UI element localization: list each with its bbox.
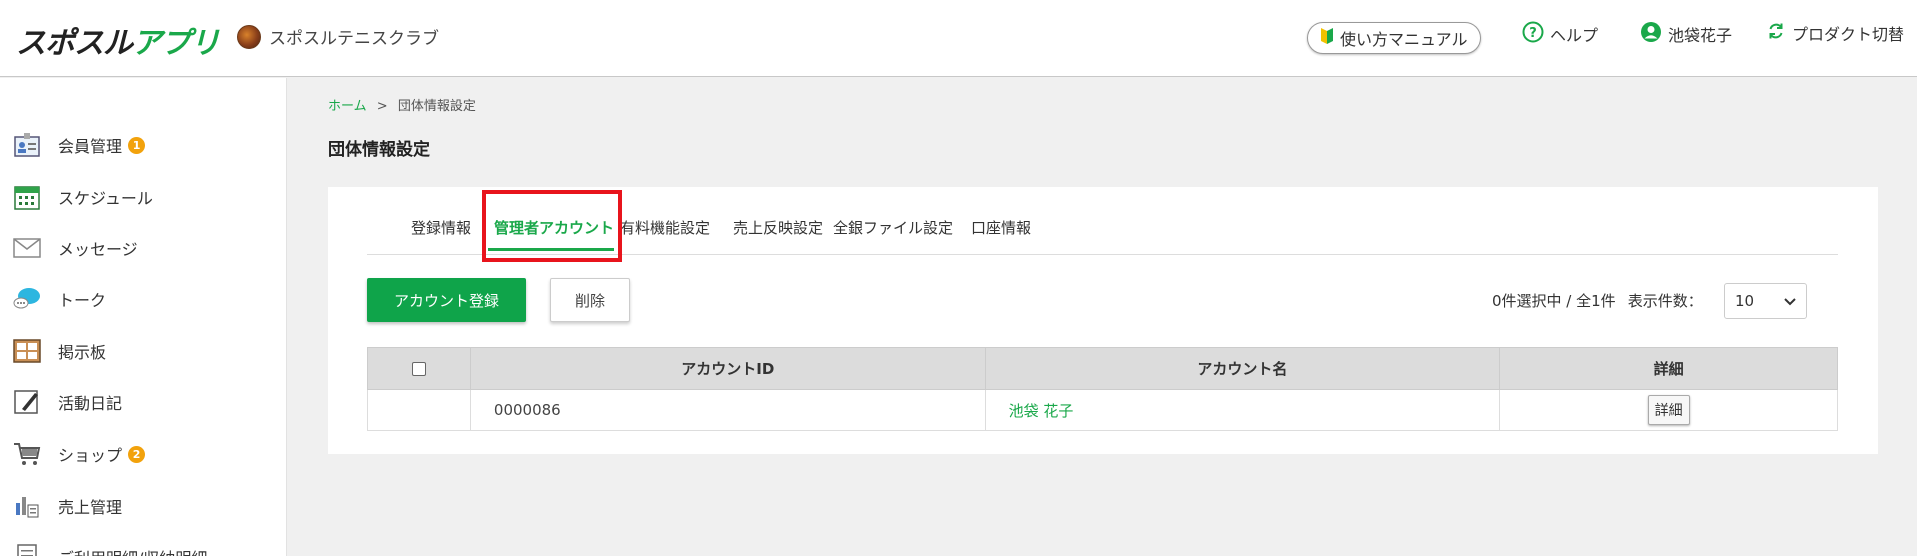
sidebar-item-schedule[interactable]: スケジュール [12,177,282,217]
header-account-id: アカウントID [469,347,986,390]
user-name: 池袋花子 [1668,26,1733,45]
envelope-icon [12,233,42,263]
sidebar-item-sales[interactable]: 売上管理 [12,486,282,526]
content-panel: 登録情報 管理者アカウント 有料機能設定 売上反映設定 全銀ファイル設定 口座情… [328,187,1878,454]
breadcrumb: ホーム > 団体情報設定 [328,95,476,114]
cart-icon [12,439,42,469]
sidebar: 会員管理 1 スケジュール メッセージ トーク 掲示板 活動日記 ショップ 2 … [0,78,287,556]
header-account-name: アカウント名 [984,347,1501,390]
user-avatar-icon [1640,21,1662,47]
highlight-annotation-box [482,190,622,262]
table-header-row: アカウントID アカウント名 詳細 [367,347,1838,390]
receipt-icon [12,542,42,556]
per-page-select[interactable]: 10 [1724,283,1807,319]
account-id-cell: 0000086 [469,389,986,431]
manual-label: 使い方マニュアル [1340,30,1468,49]
club-selector[interactable]: スポスルテニスクラブ [237,24,439,49]
sidebar-item-board[interactable]: 掲示板 [12,331,282,371]
tab-paid-features[interactable]: 有料機能設定 [620,217,710,238]
app-logo[interactable]: スポスルアプリ [16,18,220,62]
help-link[interactable]: ? ヘルプ [1522,21,1598,47]
sidebar-item-talk[interactable]: トーク [12,279,282,319]
sidebar-item-message[interactable]: メッセージ [12,228,282,268]
selection-summary: 0件選択中 / 全1件 表示件数： [1492,290,1703,311]
tab-registration-info[interactable]: 登録情報 [411,217,471,238]
shop-badge: 2 [128,445,146,463]
bulletin-board-icon [12,336,42,366]
chevron-down-icon [1784,292,1796,310]
club-emblem-icon [237,24,261,49]
help-icon: ? [1522,21,1544,47]
detail-button[interactable]: 詳細 [1647,395,1690,425]
breadcrumb-separator: > [376,99,388,114]
manual-button[interactable]: 使い方マニュアル [1307,22,1481,54]
table-row: 0000086 池袋 花子 詳細 [367,389,1838,431]
club-name: スポスルテニスクラブ [269,29,439,49]
breadcrumb-home-link[interactable]: ホーム [328,99,367,114]
sync-icon [1766,21,1786,45]
header-detail: 詳細 [1499,347,1838,390]
account-name-link[interactable]: 池袋 花子 [984,389,1501,431]
diary-icon [12,387,42,417]
sales-chart-icon [12,491,42,521]
select-all-checkbox[interactable] [411,362,426,376]
chat-bubble-icon [12,284,42,314]
tab-account-info[interactable]: 口座情報 [971,217,1031,238]
member-card-icon [12,130,42,160]
calendar-icon [12,182,42,212]
breadcrumb-current: 団体情報設定 [397,99,476,114]
page-title: 団体情報設定 [328,140,430,160]
tab-zengin-file[interactable]: 全銀ファイル設定 [833,217,953,238]
beginner-mark-icon [1320,27,1334,49]
sidebar-item-diary[interactable]: 活動日記 [12,382,282,422]
sidebar-item-billing[interactable]: ご利用明細/収納明細 [12,537,282,556]
per-page-label: 表示件数： [1627,292,1703,310]
member-badge: 1 [128,136,146,154]
row-checkbox-cell[interactable] [367,389,471,431]
detail-cell: 詳細 [1499,389,1838,431]
top-header: スポスルアプリ スポスルテニスクラブ 使い方マニュアル ? ヘルプ 池袋花子 プ… [0,0,1917,77]
delete-button[interactable]: 削除 [550,278,630,322]
sidebar-item-shop[interactable]: ショップ 2 [12,434,282,474]
tab-sales-reflection[interactable]: 売上反映設定 [733,217,823,238]
account-table: アカウントID アカウント名 詳細 0000086 池袋 花子 詳細 [367,347,1838,431]
product-switch[interactable]: プロダクト切替 [1766,21,1904,45]
register-account-button[interactable]: アカウント登録 [367,278,526,322]
help-label: ヘルプ [1550,26,1599,45]
selection-count: 0件選択中 / 全1件 [1492,292,1616,310]
user-menu[interactable]: 池袋花子 [1640,21,1732,47]
sidebar-item-member[interactable]: 会員管理 1 [12,125,282,165]
svg-text:?: ? [1529,26,1537,41]
product-switch-label: プロダクト切替 [1792,25,1905,44]
select-all-cell [367,347,471,390]
